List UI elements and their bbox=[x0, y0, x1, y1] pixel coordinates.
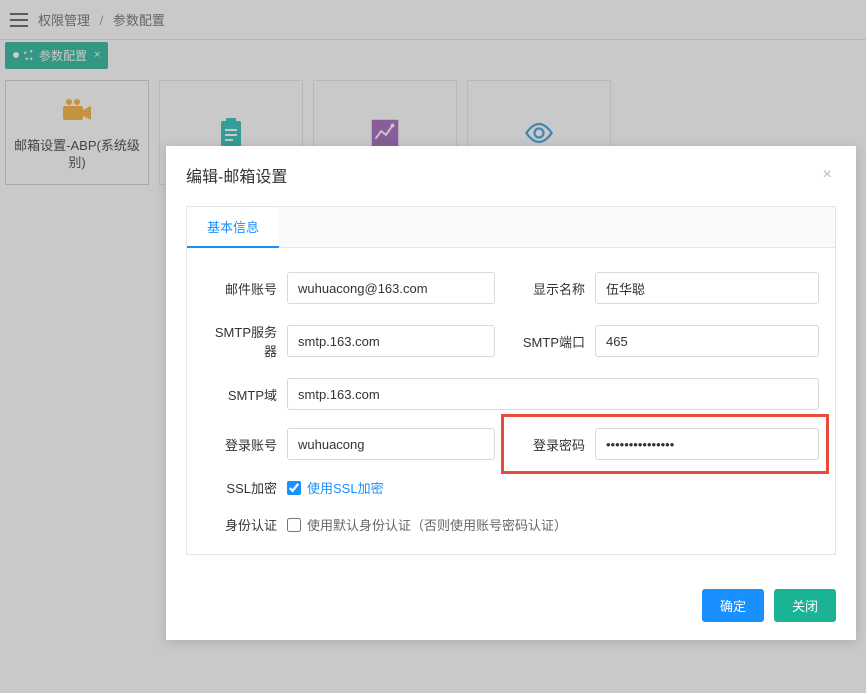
input-login-password[interactable] bbox=[595, 428, 819, 460]
label-email-account: 邮件账号 bbox=[203, 279, 287, 298]
label-smtp-server: SMTP服务器 bbox=[203, 322, 287, 360]
label-ssl: SSL加密 bbox=[203, 478, 287, 497]
checkbox-ssl[interactable] bbox=[287, 481, 301, 495]
input-smtp-server[interactable] bbox=[287, 325, 495, 357]
label-smtp-domain: SMTP域 bbox=[203, 385, 287, 404]
inner-tabs: 基本信息 bbox=[186, 206, 836, 248]
label-login-account: 登录账号 bbox=[203, 435, 287, 454]
label-login-password: 登录密码 bbox=[511, 435, 595, 454]
input-smtp-port[interactable] bbox=[595, 325, 819, 357]
ok-button[interactable]: 确定 bbox=[702, 589, 764, 622]
tab-basic-info[interactable]: 基本信息 bbox=[187, 207, 279, 248]
modal-body: 基本信息 邮件账号 显示名称 SMTP服务器 S bbox=[166, 196, 856, 575]
modal-header: 编辑-邮箱设置 × bbox=[166, 146, 856, 196]
inner-tabs-rest bbox=[279, 207, 835, 248]
modal-footer: 确定 关闭 bbox=[166, 575, 856, 640]
checkbox-auth[interactable] bbox=[287, 518, 301, 532]
input-login-account[interactable] bbox=[287, 428, 495, 460]
input-smtp-domain[interactable] bbox=[287, 378, 819, 410]
close-icon[interactable]: × bbox=[819, 162, 836, 188]
modal-edit-email: 编辑-邮箱设置 × 基本信息 邮件账号 显示名称 SMTP服务器 bbox=[166, 146, 856, 640]
checkbox-auth-label[interactable]: 使用默认身份认证（否则使用账号密码认证） bbox=[307, 515, 567, 534]
label-smtp-port: SMTP端口 bbox=[511, 332, 595, 351]
form-area: 邮件账号 显示名称 SMTP服务器 SMTP端口 bbox=[186, 248, 836, 555]
modal-title: 编辑-邮箱设置 bbox=[186, 163, 287, 187]
checkbox-ssl-label[interactable]: 使用SSL加密 bbox=[307, 478, 384, 497]
label-display-name: 显示名称 bbox=[511, 279, 595, 298]
input-display-name[interactable] bbox=[595, 272, 819, 304]
close-button[interactable]: 关闭 bbox=[774, 589, 836, 622]
input-email-account[interactable] bbox=[287, 272, 495, 304]
label-auth: 身份认证 bbox=[203, 515, 287, 534]
